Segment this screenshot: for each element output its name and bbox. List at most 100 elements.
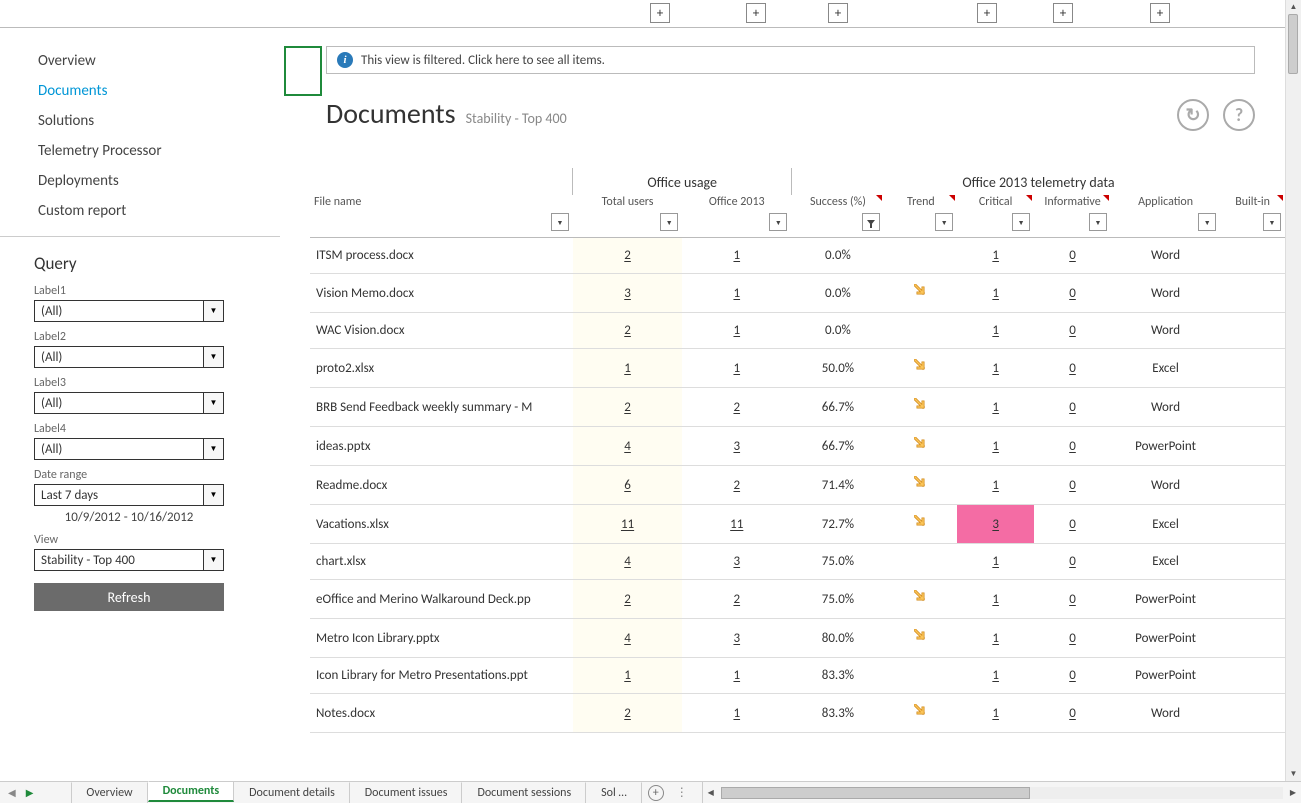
- cell-critical[interactable]: 1: [957, 388, 1034, 427]
- filter-dropdown-icon[interactable]: ▼: [935, 213, 953, 231]
- cell-informative[interactable]: 0: [1034, 274, 1111, 313]
- query-select-4[interactable]: (All)▼: [34, 438, 224, 460]
- worksheet-tab-document-details[interactable]: Document details: [234, 782, 350, 803]
- cell-filename[interactable]: Readme.docx: [310, 466, 573, 505]
- cell-total-users[interactable]: 6: [573, 466, 682, 505]
- nav-item-telemetry-processor[interactable]: Telemetry Processor: [0, 136, 280, 166]
- cell-critical[interactable]: 1: [957, 313, 1034, 349]
- filter-banner[interactable]: i This view is filtered. Click here to s…: [326, 46, 1255, 74]
- cell-total-users[interactable]: 2: [573, 694, 682, 733]
- cell-total-users[interactable]: 11: [573, 505, 682, 544]
- col-builtin[interactable]: Built-in: [1220, 195, 1285, 213]
- cell-total-users[interactable]: 2: [573, 388, 682, 427]
- col-application[interactable]: Application: [1111, 195, 1220, 213]
- horizontal-scrollbar[interactable]: ◀ ▶: [702, 782, 1301, 803]
- cell-office-2013[interactable]: 2: [682, 466, 791, 505]
- cell-informative[interactable]: 0: [1034, 619, 1111, 658]
- query-select-3[interactable]: (All)▼: [34, 392, 224, 414]
- cell-filename[interactable]: ideas.pptx: [310, 427, 573, 466]
- column-add-button[interactable]: +: [650, 3, 670, 23]
- filter-dropdown-icon[interactable]: ▼: [1089, 213, 1107, 231]
- cell-critical[interactable]: 1: [957, 466, 1034, 505]
- cell-filename[interactable]: eOffice and Merino Walkaround Deck.pp: [310, 580, 573, 619]
- col-filename[interactable]: File name: [310, 195, 573, 213]
- cell-critical[interactable]: 1: [957, 694, 1034, 733]
- col-trend[interactable]: Trend: [884, 195, 957, 213]
- cell-filename[interactable]: Vacations.xlsx: [310, 505, 573, 544]
- cell-filename[interactable]: Notes.docx: [310, 694, 573, 733]
- cell-total-users[interactable]: 1: [573, 658, 682, 694]
- cell-office-2013[interactable]: 1: [682, 274, 791, 313]
- column-add-button[interactable]: +: [746, 3, 766, 23]
- cell-critical[interactable]: 1: [957, 544, 1034, 580]
- col-office-2013[interactable]: Office 2013: [682, 195, 791, 213]
- cell-critical[interactable]: 1: [957, 349, 1034, 388]
- scroll-left-arrow[interactable]: ◀: [703, 788, 719, 798]
- cell-informative[interactable]: 0: [1034, 238, 1111, 274]
- scroll-down-arrow[interactable]: ▼: [1287, 767, 1301, 781]
- refresh-icon[interactable]: [1177, 99, 1209, 131]
- worksheet-tab-document-sessions[interactable]: Document sessions: [462, 782, 586, 803]
- worksheet-tab-documents[interactable]: Documents: [148, 781, 235, 802]
- cell-critical[interactable]: 1: [957, 274, 1034, 313]
- column-add-button[interactable]: +: [1150, 3, 1170, 23]
- cell-informative[interactable]: 0: [1034, 505, 1111, 544]
- filter-dropdown-icon[interactable]: ▼: [1198, 213, 1216, 231]
- cell-informative[interactable]: 0: [1034, 694, 1111, 733]
- cell-total-users[interactable]: 4: [573, 544, 682, 580]
- cell-filename[interactable]: proto2.xlsx: [310, 349, 573, 388]
- cell-office-2013[interactable]: 2: [682, 388, 791, 427]
- column-add-button[interactable]: +: [828, 3, 848, 23]
- cell-office-2013[interactable]: 3: [682, 427, 791, 466]
- cell-informative[interactable]: 0: [1034, 544, 1111, 580]
- filter-dropdown-icon[interactable]: ▼: [1012, 213, 1030, 231]
- nav-next-icon[interactable]: ▶: [26, 786, 34, 799]
- cell-filename[interactable]: ITSM process.docx: [310, 238, 573, 274]
- cell-critical[interactable]: 3: [957, 505, 1034, 544]
- filter-dropdown-icon[interactable]: ▼: [1263, 213, 1281, 231]
- nav-item-documents[interactable]: Documents: [0, 76, 280, 106]
- cell-informative[interactable]: 0: [1034, 466, 1111, 505]
- cell-office-2013[interactable]: 1: [682, 313, 791, 349]
- cell-total-users[interactable]: 4: [573, 619, 682, 658]
- filter-dropdown-icon[interactable]: ▼: [769, 213, 787, 231]
- col-total-users[interactable]: Total users: [573, 195, 682, 213]
- cell-total-users[interactable]: 2: [573, 313, 682, 349]
- cell-filename[interactable]: WAC Vision.docx: [310, 313, 573, 349]
- cell-informative[interactable]: 0: [1034, 313, 1111, 349]
- cell-total-users[interactable]: 2: [573, 238, 682, 274]
- scroll-up-arrow[interactable]: ▲: [1287, 0, 1301, 14]
- column-add-button[interactable]: +: [977, 3, 997, 23]
- scroll-thumb[interactable]: [1288, 14, 1298, 74]
- cell-critical[interactable]: 1: [957, 580, 1034, 619]
- cell-filename[interactable]: Metro Icon Library.pptx: [310, 619, 573, 658]
- cell-critical[interactable]: 1: [957, 238, 1034, 274]
- col-informative[interactable]: Informative: [1034, 195, 1111, 213]
- worksheet-tab-sol[interactable]: Sol …: [586, 782, 642, 803]
- cell-office-2013[interactable]: 1: [682, 238, 791, 274]
- cell-total-users[interactable]: 1: [573, 349, 682, 388]
- query-select-1[interactable]: (All)▼: [34, 300, 224, 322]
- cell-filename[interactable]: chart.xlsx: [310, 544, 573, 580]
- worksheet-tab-document-issues[interactable]: Document issues: [350, 782, 463, 803]
- nav-prev-icon[interactable]: ◀: [8, 786, 16, 799]
- cell-critical[interactable]: 1: [957, 427, 1034, 466]
- col-success[interactable]: Success (%): [791, 195, 884, 213]
- scroll-track[interactable]: [721, 787, 1283, 799]
- cell-office-2013[interactable]: 3: [682, 544, 791, 580]
- cell-filename[interactable]: Vision Memo.docx: [310, 274, 573, 313]
- column-add-button[interactable]: +: [1053, 3, 1073, 23]
- cell-critical[interactable]: 1: [957, 619, 1034, 658]
- cell-informative[interactable]: 0: [1034, 658, 1111, 694]
- cell-informative[interactable]: 0: [1034, 388, 1111, 427]
- date-range-select[interactable]: Last 7 days ▼: [34, 484, 224, 506]
- nav-item-overview[interactable]: Overview: [0, 46, 280, 76]
- nav-item-solutions[interactable]: Solutions: [0, 106, 280, 136]
- cell-office-2013[interactable]: 2: [682, 580, 791, 619]
- cell-total-users[interactable]: 3: [573, 274, 682, 313]
- cell-office-2013[interactable]: 1: [682, 694, 791, 733]
- worksheet-add-button[interactable]: +: [642, 782, 670, 803]
- col-critical[interactable]: Critical: [957, 195, 1034, 213]
- refresh-button[interactable]: Refresh: [34, 583, 224, 611]
- nav-item-custom-report[interactable]: Custom report: [0, 196, 280, 226]
